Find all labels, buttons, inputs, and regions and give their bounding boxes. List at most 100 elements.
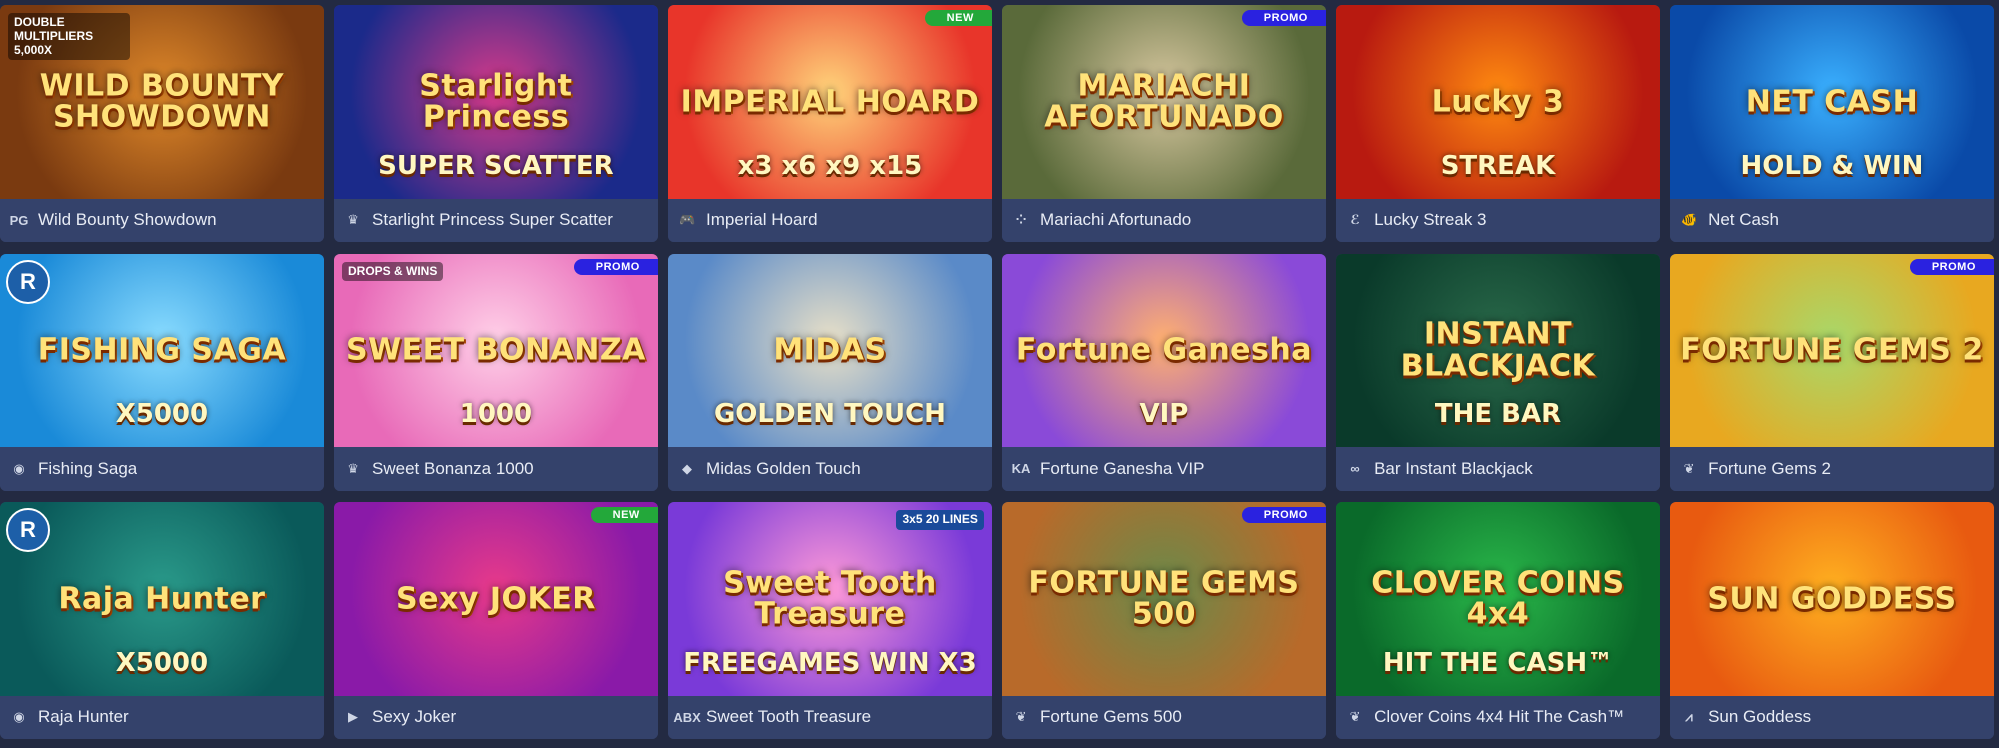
game-art-title: CLOVER COINS 4x4 <box>1371 565 1625 632</box>
game-art-title: Sweet Tooth Treasure <box>723 565 937 632</box>
game-info-bar[interactable]: PG Wild Bounty Showdown <box>0 198 324 243</box>
game-name: Net Cash <box>1708 210 1779 230</box>
game-thumbnail[interactable]: Sweet Tooth Treasure FREEGAMES WIN X3 3x5 … <box>668 502 992 696</box>
game-card[interactable]: Starlight Princess SUPER SCATTER ♛ Starligh… <box>334 5 658 243</box>
game-thumbnail[interactable]: SWEET BONANZA 1000 DROPS & WINS PROMO <box>334 253 658 448</box>
game-art-subtitle: STREAK <box>1440 150 1556 181</box>
game-art-title: Raja Hunter <box>58 581 266 617</box>
game-thumbnail[interactable]: SUN GODDESS <box>1670 502 1994 696</box>
game-art-title: WILD BOUNTY SHOWDOWN <box>39 68 285 135</box>
game-card[interactable]: SWEET BONANZA 1000 DROPS & WINS PROMO ♛ Sweet… <box>334 253 658 491</box>
provider-corner-logo-icon: R <box>6 508 50 553</box>
game-art-title: Sexy JOKER <box>396 581 596 617</box>
game-thumbnail[interactable]: IMPERIAL HOARD x3 x6 x9 x15 NEW <box>668 5 992 199</box>
pg-logo-icon: PG <box>9 212 29 228</box>
game-thumbnail[interactable]: WILD BOUNTY SHOWDOWN DOUBLE MULTIPLIERS 5… <box>0 5 324 199</box>
pragmatic-logo-icon: ♛ <box>347 460 359 476</box>
game-card[interactable]: Fortune Ganesha VIP KA Fortune Ganesha VIP <box>1002 253 1326 491</box>
game-thumbnail[interactable]: Raja Hunter X5000 R <box>0 502 324 696</box>
game-card[interactable]: SUN GODDESS ⩘ Sun Goddess <box>1670 502 1994 740</box>
game-info-bar[interactable]: 🎮 Imperial Hoard <box>668 198 992 243</box>
game-art-title: Fortune Ganesha <box>1015 332 1312 368</box>
game-name: Fortune Gems 500 <box>1040 707 1182 727</box>
game-card[interactable]: WILD BOUNTY SHOWDOWN DOUBLE MULTIPLIERS 5… <box>0 5 324 243</box>
game-art-title: FORTUNE GEMS 2 <box>1680 332 1984 368</box>
game-card[interactable]: CLOVER COINS 4x4 HIT THE CASH™ ❦ Clover Coi… <box>1336 502 1660 740</box>
game-thumbnail[interactable]: FORTUNE GEMS 500 PROMO <box>1002 502 1326 696</box>
game-info-bar[interactable]: ◆ Midas Golden Touch <box>668 447 992 491</box>
game-info-bar[interactable]: ∞ Bar Instant Blackjack <box>1336 447 1660 491</box>
game-info-bar[interactable]: ◉ Raja Hunter <box>0 695 324 740</box>
endorphina-logo-icon: ℰ <box>1350 212 1360 228</box>
infinity-logo-icon: ∞ <box>1350 461 1360 477</box>
game-card[interactable]: MARIACHI AFORTUNADO PROMO ⁘ Mariachi Afortu… <box>1002 5 1326 243</box>
game-thumbnail[interactable]: Fortune Ganesha VIP <box>1002 253 1326 448</box>
game-art-title: Starlight Princess <box>419 68 573 135</box>
game-card[interactable]: MIDAS GOLDEN TOUCH ◆ Midas Golden Touch <box>668 253 992 491</box>
game-name: Wild Bounty Showdown <box>38 210 217 230</box>
game-card[interactable]: IMPERIAL HOARD x3 x6 x9 x15 NEW 🎮 Imperial H… <box>668 5 992 243</box>
game-art-subtitle: FREEGAMES WIN X3 <box>683 647 977 678</box>
game-thumbnail[interactable]: MARIACHI AFORTUNADO PROMO <box>1002 5 1326 199</box>
game-info-bar[interactable]: ℰ Lucky Streak 3 <box>1336 198 1660 243</box>
game-art-title: Lucky 3 <box>1431 84 1565 120</box>
game-name: Bar Instant Blackjack <box>1374 458 1533 478</box>
gamepad-icon: 🎮 <box>678 212 696 228</box>
jili-logo-icon: ❦ <box>1015 709 1027 725</box>
game-card[interactable]: Lucky 3 STREAK ℰ Lucky Streak 3 <box>1336 5 1660 243</box>
abx-logo-icon: ABX <box>673 709 701 725</box>
game-art-subtitle: VIP <box>1139 399 1189 430</box>
game-info-bar[interactable]: ⁘ Mariachi Afortunado <box>1002 198 1326 243</box>
game-thumbnail[interactable]: Sexy JOKER NEW <box>334 502 658 696</box>
game-info-bar[interactable]: ❦ Clover Coins 4x4 Hit The Cash™ <box>1336 695 1660 740</box>
game-card[interactable]: NET CASH HOLD & WIN 🐠 Net Cash <box>1670 5 1994 243</box>
game-thumbnail[interactable]: FORTUNE GEMS 2 PROMO <box>1670 253 1994 448</box>
game-art-subtitle: GOLDEN TOUCH <box>713 399 946 430</box>
provider-circle-icon: ◉ <box>13 460 25 476</box>
jili-logo-icon: ❦ <box>1349 709 1361 725</box>
sun-logo-icon: ⩘ <box>1685 709 1693 725</box>
game-card[interactable]: INSTANT BLACKJACK THE BAR ∞ Bar Instant Bla… <box>1336 253 1660 491</box>
game-info-bar[interactable]: ◉ Fishing Saga <box>0 447 324 491</box>
game-art-subtitle: HIT THE CASH™ <box>1382 647 1614 678</box>
game-name: Lucky Streak 3 <box>1374 210 1487 230</box>
play-logo-icon: ▶ <box>348 709 359 725</box>
game-grid: WILD BOUNTY SHOWDOWN DOUBLE MULTIPLIERS 5… <box>0 0 1999 748</box>
game-name: Mariachi Afortunado <box>1040 210 1192 230</box>
game-info-bar[interactable]: ♛ Starlight Princess Super Scatter <box>334 198 658 243</box>
game-card[interactable]: FISHING SAGA X5000 R ◉ Fishing Saga <box>0 253 324 491</box>
game-art-subtitle: x3 x6 x9 x15 <box>737 150 923 181</box>
game-art-title: INSTANT BLACKJACK <box>1400 316 1596 384</box>
game-info-bar[interactable]: ⩘ Sun Goddess <box>1670 695 1994 740</box>
game-info-bar[interactable]: 🐠 Net Cash <box>1670 198 1994 243</box>
game-card[interactable]: Sweet Tooth Treasure FREEGAMES WIN X3 3x5 … <box>668 502 992 740</box>
thunderkick-logo-icon: ◆ <box>682 460 693 476</box>
game-thumbnail[interactable]: FISHING SAGA X5000 R <box>0 253 324 448</box>
promo-badge: PROMO <box>1241 10 1326 27</box>
game-art-subtitle: THE BAR <box>1434 399 1562 430</box>
game-thumbnail[interactable]: Lucky 3 STREAK <box>1336 5 1660 199</box>
game-thumbnail[interactable]: CLOVER COINS 4x4 HIT THE CASH™ <box>1336 502 1660 696</box>
game-art-subtitle: X5000 <box>115 647 209 678</box>
game-name: Starlight Princess Super Scatter <box>372 210 613 230</box>
game-card[interactable]: Raja Hunter X5000 R ◉ Raja Hunter <box>0 502 324 740</box>
game-card[interactable]: FORTUNE GEMS 500 PROMO ❦ Fortune Gems 500 <box>1002 502 1326 740</box>
new-badge: NEW <box>924 10 992 27</box>
game-thumbnail[interactable]: NET CASH HOLD & WIN <box>1670 5 1994 199</box>
game-name: Raja Hunter <box>38 707 129 727</box>
game-art-subtitle: 1000 <box>459 399 533 430</box>
game-info-bar[interactable]: KA Fortune Ganesha VIP <box>1002 447 1326 491</box>
game-info-bar[interactable]: ABX Sweet Tooth Treasure <box>668 695 992 740</box>
game-info-bar[interactable]: ❦ Fortune Gems 500 <box>1002 695 1326 740</box>
game-art-tag: 3x5 20 LINES <box>896 510 984 530</box>
game-info-bar[interactable]: ▶ Sexy Joker <box>334 695 658 740</box>
game-thumbnail[interactable]: MIDAS GOLDEN TOUCH <box>668 253 992 448</box>
game-thumbnail[interactable]: INSTANT BLACKJACK THE BAR <box>1336 253 1660 448</box>
game-card[interactable]: Sexy JOKER NEW ▶ Sexy Joker <box>334 502 658 740</box>
game-thumbnail[interactable]: Starlight Princess SUPER SCATTER <box>334 5 658 199</box>
pragmatic-logo-icon: ♛ <box>347 212 359 228</box>
game-card[interactable]: FORTUNE GEMS 2 PROMO ❦ Fortune Gems 2 <box>1670 253 1994 491</box>
game-name: Midas Golden Touch <box>706 458 861 478</box>
game-info-bar[interactable]: ♛ Sweet Bonanza 1000 <box>334 447 658 491</box>
game-info-bar[interactable]: ❦ Fortune Gems 2 <box>1670 447 1994 491</box>
